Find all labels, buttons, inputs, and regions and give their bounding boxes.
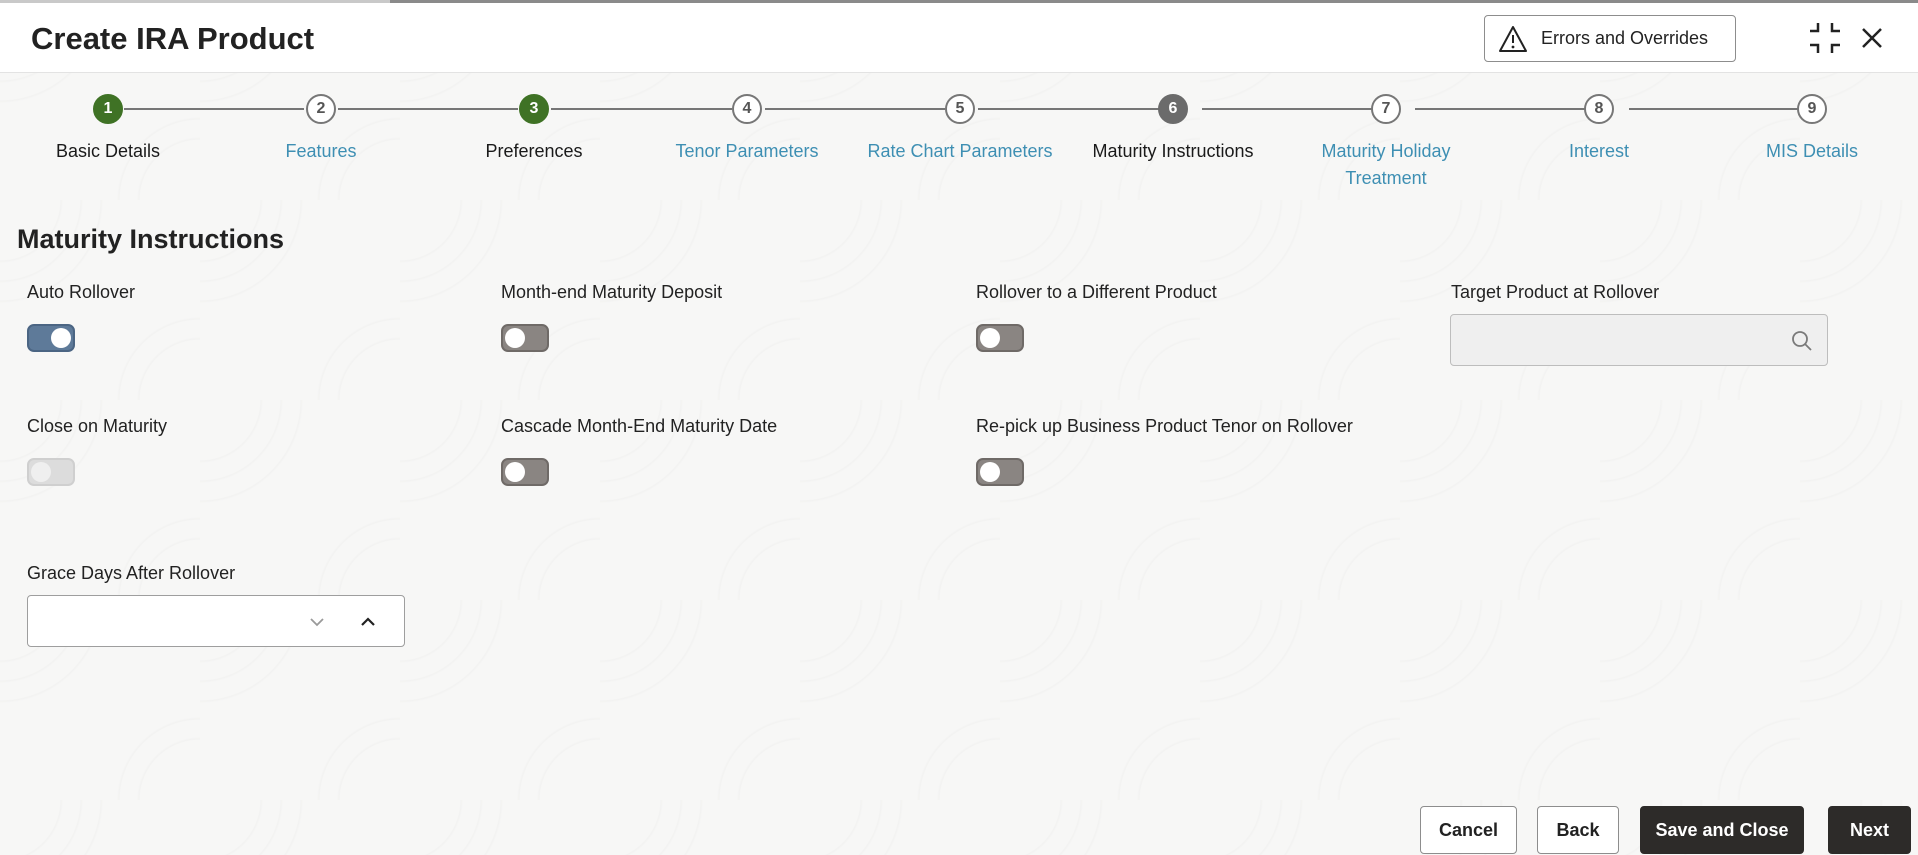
wizard-stepper: 1 Basic Details 2 Features 3 Preferences… — [0, 88, 1918, 198]
month-end-maturity-deposit-label: Month-end Maturity Deposit — [501, 282, 723, 302]
step-interest[interactable]: 8 Interest — [1494, 88, 1704, 165]
chevron-down-icon[interactable] — [305, 610, 329, 634]
step-maturity-holiday-treatment[interactable]: 7 Maturity Holiday Treatment — [1281, 88, 1491, 192]
step-label: Preferences — [485, 141, 583, 161]
step-label: Maturity Holiday Treatment — [1321, 141, 1451, 188]
step-basic-details[interactable]: 1 Basic Details — [3, 88, 213, 165]
cascade-month-end-label: Cascade Month-End Maturity Date — [501, 416, 778, 436]
step-number: 5 — [945, 94, 975, 124]
step-label: Basic Details — [55, 141, 161, 161]
step-preferences[interactable]: 3 Preferences — [429, 88, 639, 165]
step-number: 9 — [1797, 94, 1827, 124]
step-features[interactable]: 2 Features — [216, 88, 426, 165]
grace-days-stepper — [27, 595, 405, 647]
step-number: 8 — [1584, 94, 1614, 124]
step-label: Tenor Parameters — [675, 141, 819, 161]
grace-days-input[interactable] — [28, 596, 288, 646]
auto-rollover-label: Auto Rollover — [27, 282, 136, 302]
step-number: 4 — [732, 94, 762, 124]
step-label: Rate Chart Parameters — [867, 141, 1053, 161]
step-number: 6 — [1158, 94, 1188, 124]
step-rate-chart-parameters[interactable]: 5 Rate Chart Parameters — [855, 88, 1065, 165]
step-number: 7 — [1371, 94, 1401, 124]
step-label: Maturity Instructions — [1092, 141, 1254, 161]
chevron-up-icon[interactable] — [356, 610, 380, 634]
close-on-maturity-label: Close on Maturity — [27, 416, 168, 436]
target-product-label: Target Product at Rollover — [1451, 282, 1660, 302]
dialog-header: Create IRA Product Errors and Overrides — [0, 3, 1918, 73]
step-tenor-parameters[interactable]: 4 Tenor Parameters — [642, 88, 852, 165]
page-title: Create IRA Product — [31, 21, 315, 56]
step-label: Features — [285, 141, 357, 161]
warning-icon — [1499, 25, 1527, 52]
compress-icon[interactable] — [1808, 21, 1842, 55]
cascade-month-end-toggle[interactable] — [501, 458, 549, 486]
step-number: 1 — [93, 94, 123, 124]
target-product-input[interactable] — [1451, 315, 1827, 365]
close-on-maturity-toggle — [27, 458, 75, 486]
step-maturity-instructions[interactable]: 6 Maturity Instructions — [1068, 88, 1278, 165]
step-number: 3 — [519, 94, 549, 124]
back-button[interactable]: Back — [1537, 806, 1619, 854]
grace-days-label: Grace Days After Rollover — [27, 563, 236, 583]
month-end-maturity-deposit-toggle[interactable] — [501, 324, 549, 352]
repick-tenor-label: Re-pick up Business Product Tenor on Rol… — [976, 416, 1353, 436]
cancel-button[interactable]: Cancel — [1420, 806, 1517, 854]
rollover-different-product-label: Rollover to a Different Product — [976, 282, 1217, 302]
repick-tenor-toggle[interactable] — [976, 458, 1024, 486]
step-label: Interest — [1568, 141, 1630, 161]
step-number: 2 — [306, 94, 336, 124]
search-icon[interactable] — [1791, 330, 1813, 352]
rollover-different-product-toggle[interactable] — [976, 324, 1024, 352]
section-title: Maturity Instructions — [17, 224, 285, 254]
step-label: MIS Details — [1765, 141, 1859, 161]
errors-and-overrides-label: Errors and Overrides — [1541, 28, 1709, 48]
target-product-field — [1450, 314, 1828, 366]
errors-and-overrides-button[interactable]: Errors and Overrides — [1484, 15, 1736, 62]
close-icon[interactable] — [1855, 21, 1889, 55]
save-and-close-button[interactable]: Save and Close — [1640, 806, 1804, 854]
next-button[interactable]: Next — [1828, 806, 1911, 854]
auto-rollover-toggle[interactable] — [27, 324, 75, 352]
step-mis-details[interactable]: 9 MIS Details — [1707, 88, 1917, 165]
